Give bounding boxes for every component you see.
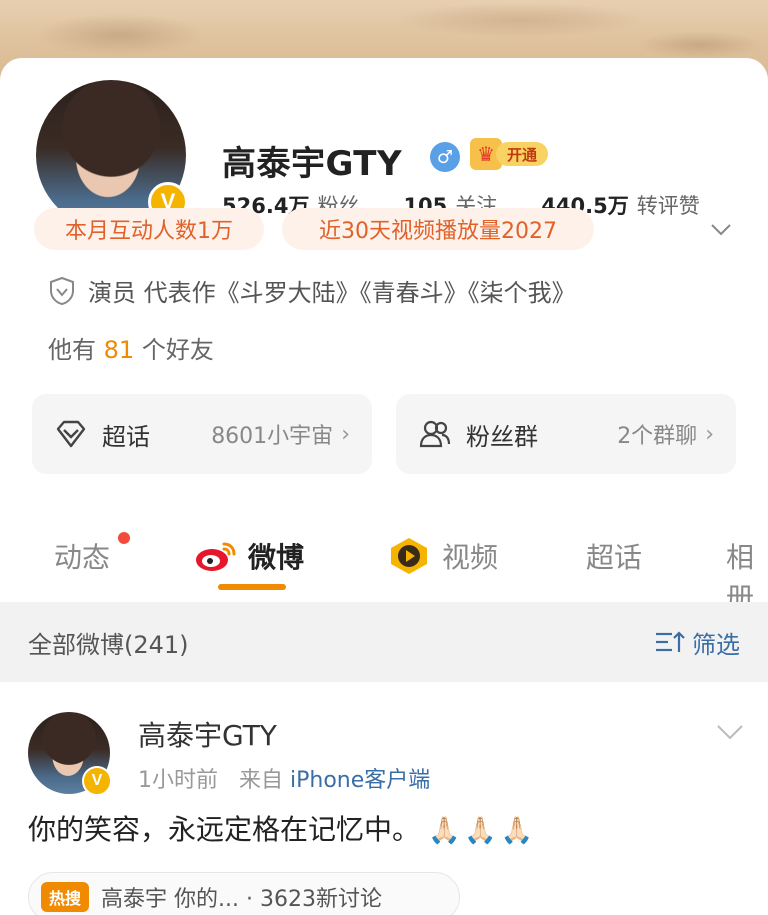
fan-group-sub: 2个群聊	[617, 424, 698, 449]
praying-hands-icon: 🙏🏻🙏🏻🙏🏻	[428, 816, 538, 846]
filter-label: 筛选	[692, 630, 740, 659]
filter-bar: 全部微博(241) 筛选	[0, 602, 768, 682]
post-text: 你的笑容，永远定格在记忆中。 🙏🏻🙏🏻🙏🏻	[28, 808, 537, 848]
hot-search-tag: 热搜	[41, 882, 90, 912]
chevron-right-icon: ›	[341, 421, 350, 447]
active-tab-indicator	[218, 584, 286, 590]
post-author[interactable]: 高泰宇GTY	[138, 714, 277, 754]
tab-video[interactable]: 视频	[388, 536, 498, 576]
certification-row: 演员 代表作《斗罗大陆》《青春斗》《柒个我》	[48, 273, 576, 308]
friends-suffix: 个好友	[141, 336, 214, 364]
vip-badge[interactable]: ♛ 开通	[470, 138, 548, 170]
certification-text: 演员 代表作《斗罗大陆》《青春斗》《柒个我》	[88, 279, 576, 307]
post-meta: 1小时前 来自 iPhone客户端	[138, 762, 430, 794]
supertopic-label: 超话	[102, 422, 150, 451]
profile-tabs: 动态 微博 视频 超话 相册	[0, 528, 768, 614]
fan-group-label: 粉丝群	[466, 422, 538, 451]
notification-dot	[118, 532, 130, 544]
friends-row[interactable]: 他有 81 个好友	[48, 330, 214, 365]
hot-search-text: 高泰宇 你的... · 3623新讨论	[101, 887, 382, 912]
filter-button[interactable]: 筛选	[654, 625, 740, 660]
hot-search-pill[interactable]: 热搜 高泰宇 你的... · 3623新讨论	[28, 872, 460, 915]
tab-label: 微博	[248, 541, 305, 574]
post-time: 1小时前	[138, 768, 218, 793]
post-from: 来自	[238, 768, 283, 793]
video-views-pill[interactable]: 近30天视频播放量2027	[282, 208, 594, 250]
profile-name: 高泰宇GTY	[222, 144, 403, 184]
post-body: 你的笑容，永远定格在记忆中。	[28, 813, 421, 846]
verified-badge-icon: V	[82, 766, 112, 796]
fan-group-button[interactable]: 粉丝群 2个群聊 ›	[396, 394, 736, 474]
friends-count: 81	[103, 336, 135, 364]
chevron-down-icon[interactable]	[710, 218, 732, 240]
vip-label: 开通	[496, 142, 548, 166]
friends-prefix: 他有	[48, 336, 96, 364]
tab-label: 动态	[54, 541, 111, 574]
male-icon: ♂	[430, 142, 460, 172]
profile-card: V 高泰宇GTY ♂ ♛ 开通 526.4万 粉丝 105 关注 440.5万 转评赞…	[0, 58, 768, 915]
weibo-logo-icon	[196, 542, 236, 571]
chevron-right-icon: ›	[705, 421, 714, 447]
shield-check-icon	[50, 276, 74, 305]
tab-label: 超话	[586, 541, 643, 574]
interaction-pill[interactable]: 本月互动人数1万	[34, 208, 264, 250]
tab-label: 视频	[442, 541, 499, 574]
video-play-icon	[391, 538, 427, 574]
weibo-count: 全部微博(241)	[28, 630, 189, 659]
tab-dynamics[interactable]: 动态	[54, 536, 110, 576]
diamond-icon	[56, 420, 86, 448]
post-source[interactable]: iPhone客户端	[290, 768, 430, 793]
tab-weibo[interactable]: 微博	[194, 536, 304, 576]
stat-label: 转评赞	[636, 194, 700, 218]
post-menu-chevron-icon[interactable]	[716, 722, 744, 742]
filter-icon	[656, 631, 685, 652]
tab-supertopic[interactable]: 超话	[586, 536, 642, 576]
weibo-post[interactable]: V 高泰宇GTY 1小时前 来自 iPhone客户端 你的笑容，永远定格在记忆中…	[0, 682, 768, 915]
supertopic-sub: 8601小宇宙	[211, 424, 334, 449]
supertopic-button[interactable]: 超话 8601小宇宙 ›	[32, 394, 372, 474]
group-icon	[419, 420, 451, 448]
